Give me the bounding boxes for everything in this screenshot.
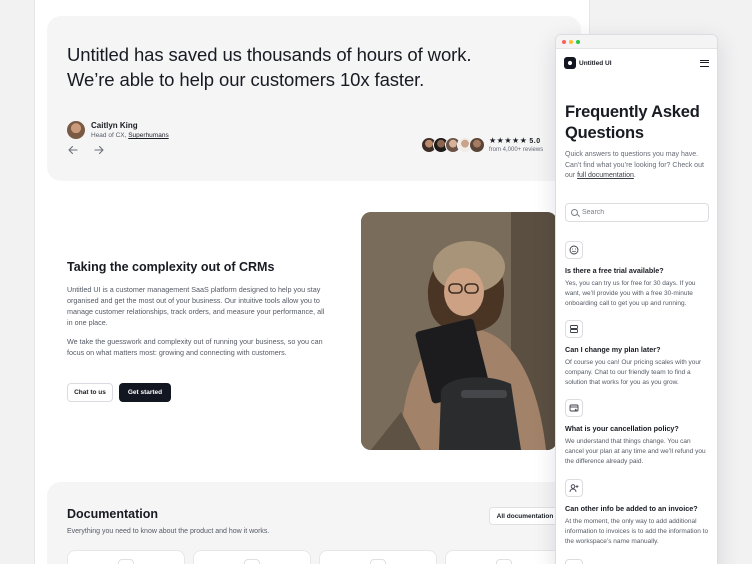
doc-card-icon — [118, 559, 134, 564]
faq-question: What is your cancellation policy? — [565, 424, 679, 433]
documentation-section: Documentation Everything you need to kno… — [47, 482, 581, 564]
doc-card[interactable] — [319, 550, 437, 564]
rating: ★★★★★ 5.0 from 4,000+ reviews — [489, 136, 543, 153]
minimize-window-dot[interactable] — [569, 39, 573, 44]
stars-icon: ★★★★★ — [489, 136, 528, 145]
rating-value: 5.0 — [529, 138, 541, 145]
faq-answer: We understand that things change. You ca… — [565, 438, 706, 465]
author-company-link[interactable]: Superhumans — [128, 132, 168, 139]
doc-card[interactable] — [445, 550, 563, 564]
reviews-summary: ★★★★★ 5.0 from 4,000+ reviews — [421, 136, 543, 153]
card-x-icon — [565, 399, 583, 417]
testimonial-quote: Untitled has saved us thousands of hours… — [67, 42, 547, 92]
crm-paragraph-2: We take the guesswork and complexity out… — [67, 337, 323, 357]
all-documentation-button[interactable]: All documentation — [489, 507, 561, 525]
avatar — [469, 136, 485, 153]
faq-description-end: . — [633, 172, 636, 179]
search-icon — [571, 209, 578, 216]
quote-line-2: We’re able to help our customers 10x fas… — [67, 69, 425, 90]
crm-paragraph-1: Untitled UI is a customer management Saa… — [67, 285, 325, 327]
author-role-prefix: Head of CX, — [91, 132, 129, 139]
author-name: Caitlyn King — [91, 121, 138, 130]
mobile-header: Untitled UI — [564, 56, 709, 70]
reviewer-avatars — [421, 136, 485, 153]
close-window-dot[interactable] — [562, 39, 566, 44]
reviews-count: from 4,000+ reviews — [489, 147, 544, 153]
hamburger-menu-icon[interactable] — [700, 59, 709, 67]
mobile-preview-window: Untitled UI Frequently Asked Questions Q… — [555, 34, 718, 564]
doc-card-icon — [496, 559, 512, 564]
arrow-left-icon[interactable] — [67, 144, 79, 156]
faq-item-icon — [565, 559, 583, 564]
logo-icon[interactable] — [564, 57, 576, 69]
landing-page: Untitled has saved us thousands of hours… — [34, 0, 590, 564]
smile-icon — [565, 241, 583, 259]
author-role: Head of CX, Superhumans — [91, 132, 169, 139]
arrow-right-icon[interactable] — [93, 144, 105, 156]
doc-card[interactable] — [193, 550, 311, 564]
faq-answer: Of course you can! Our pricing scales wi… — [565, 359, 702, 386]
get-started-button[interactable]: Get started — [119, 383, 171, 402]
faq-question: Can other info be added to an invoice? — [565, 504, 698, 513]
brand-name: Untitled UI — [579, 59, 612, 67]
faq-item: Can I change my plan later? Of course yo… — [565, 320, 711, 388]
testimonial-section: Untitled has saved us thousands of hours… — [47, 16, 581, 181]
search-field[interactable] — [565, 203, 709, 222]
window-titlebar — [556, 35, 717, 49]
faq-item — [565, 559, 711, 564]
hero-photo — [361, 212, 557, 450]
full-documentation-link[interactable]: full documentation — [577, 172, 634, 179]
search-input[interactable] — [582, 209, 692, 216]
documentation-subtitle: Everything you need to know about the pr… — [67, 528, 270, 535]
faq-question: Is there a free trial available? — [565, 266, 664, 275]
faq-item: Is there a free trial available? Yes, yo… — [565, 241, 711, 309]
faq-item: What is your cancellation policy? We und… — [565, 399, 711, 467]
doc-card[interactable] — [67, 550, 185, 564]
user-plus-icon — [565, 479, 583, 497]
quote-line-1: Untitled has saved us thousands of hours… — [67, 44, 472, 65]
maximize-window-dot[interactable] — [576, 39, 580, 44]
avatar — [67, 121, 85, 139]
faq-item: Can other info be added to an invoice? A… — [565, 479, 711, 547]
faq-answer: At the moment, the only way to add addit… — [565, 518, 709, 545]
faq-title: Frequently Asked Questions — [565, 103, 700, 142]
faq-description: Quick answers to questions you may have.… — [565, 150, 711, 182]
layers-icon — [565, 320, 583, 338]
carousel-controls — [67, 144, 105, 156]
quote-author: Caitlyn King Head of CX, Superhumans — [67, 121, 169, 139]
documentation-title: Documentation — [67, 507, 158, 521]
star-rating: ★★★★★ 5.0 — [489, 136, 543, 145]
doc-card-icon — [370, 559, 386, 564]
chat-to-us-button[interactable]: Chat to us — [67, 383, 113, 402]
section-title: Taking the complexity out of CRMs — [67, 260, 275, 274]
doc-card-icon — [244, 559, 260, 564]
faq-answer: Yes, you can try us for free for 30 days… — [565, 280, 696, 307]
faq-question: Can I change my plan later? — [565, 345, 661, 354]
